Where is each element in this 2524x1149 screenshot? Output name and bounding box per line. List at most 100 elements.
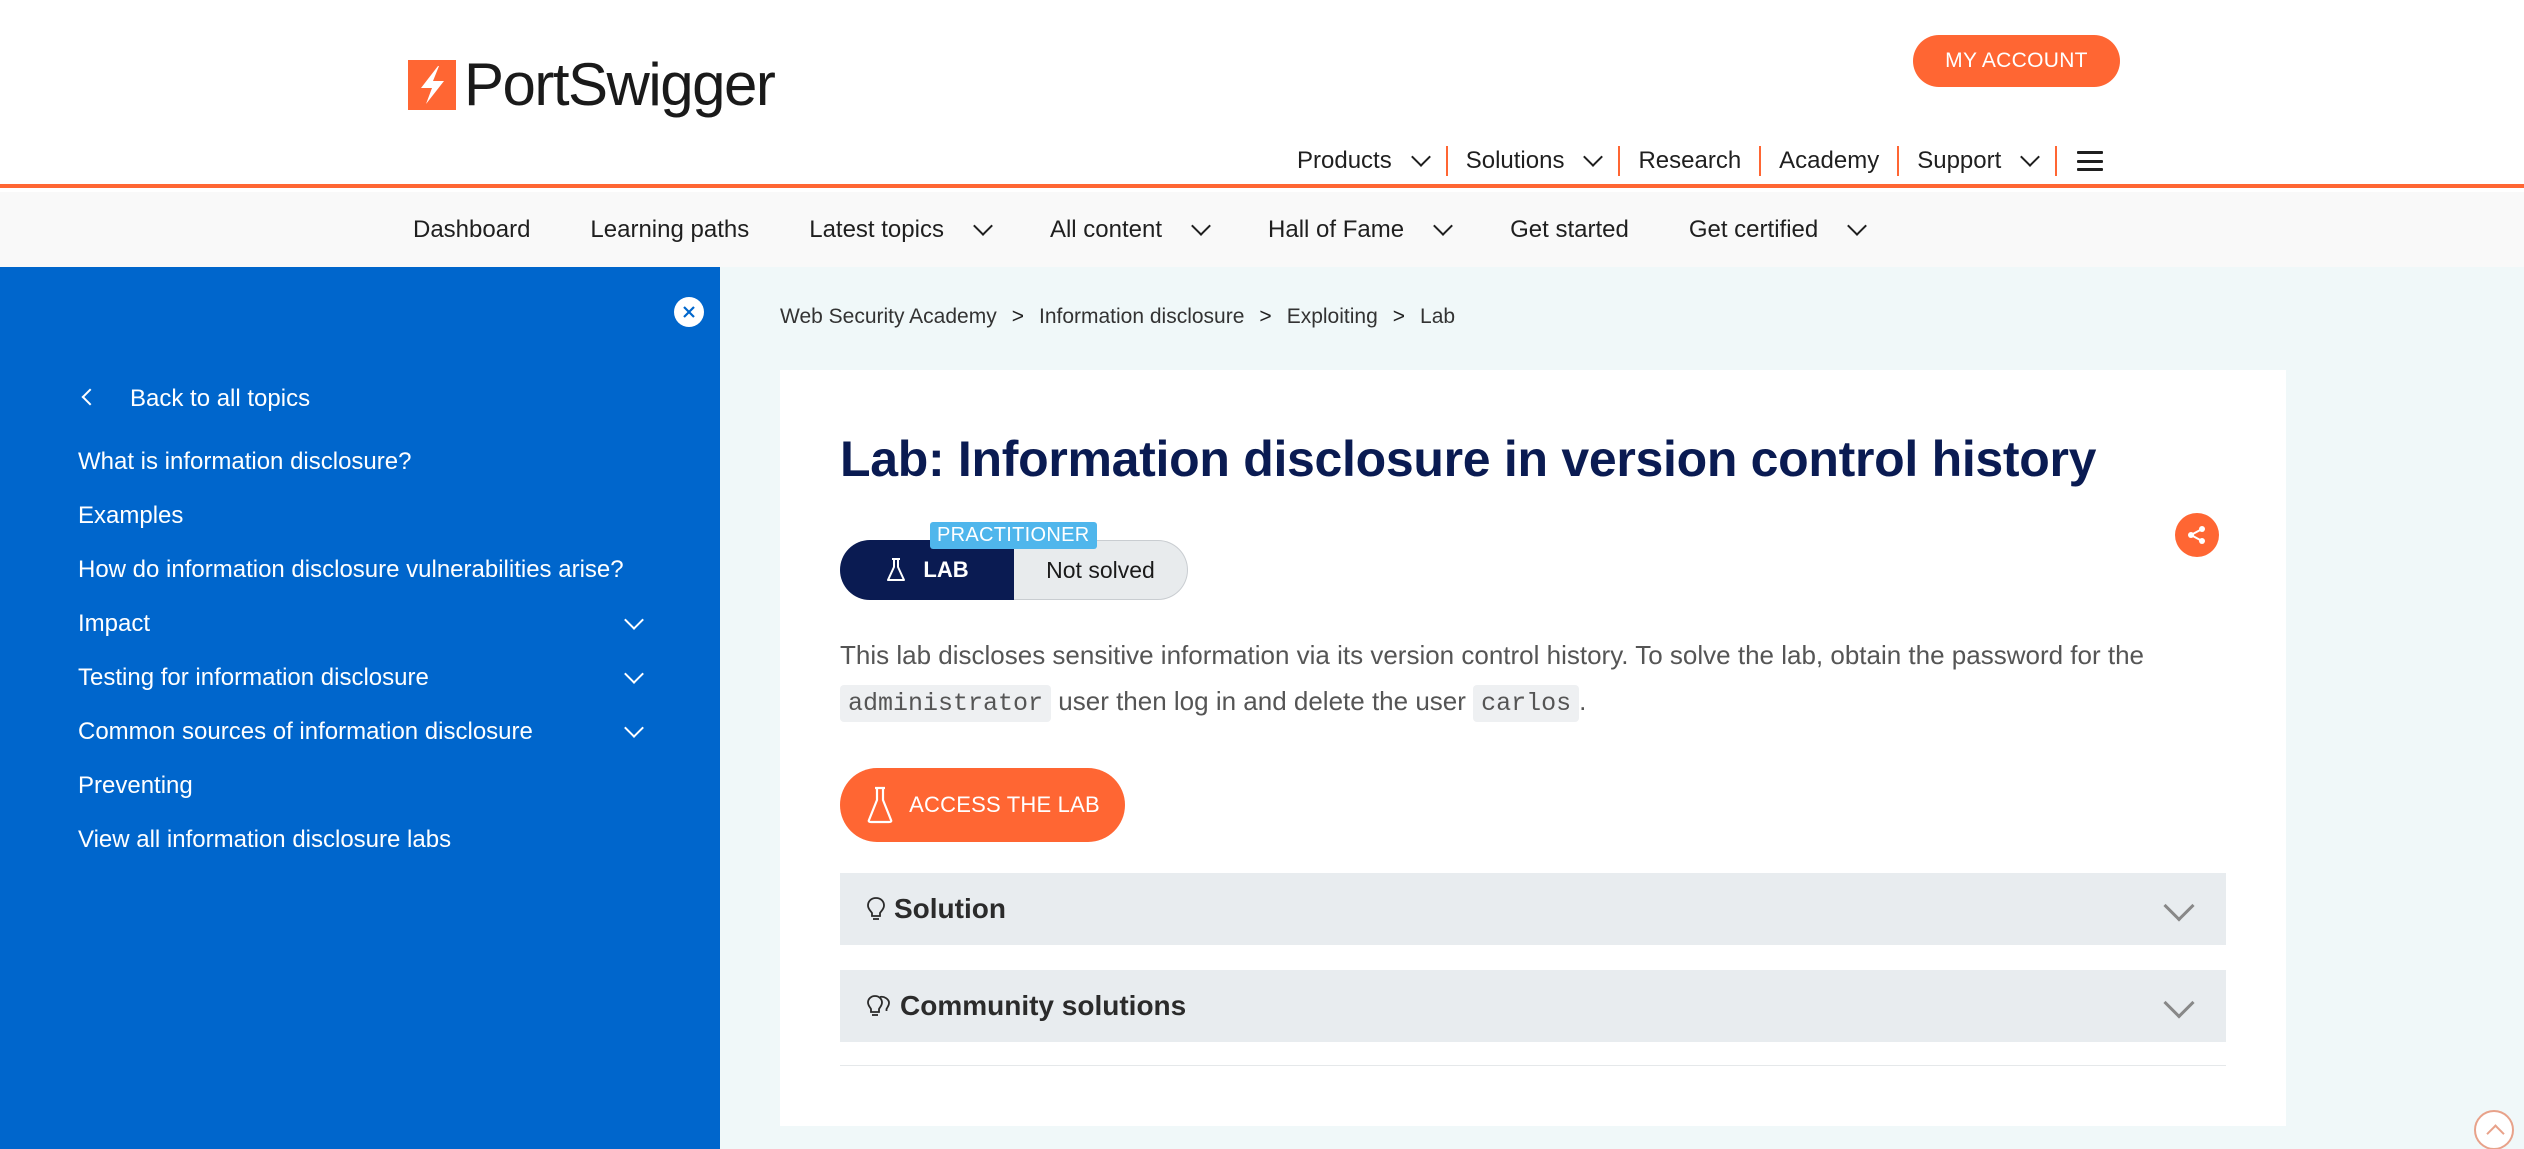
sidebar-item-preventing[interactable]: Preventing <box>78 759 653 813</box>
sidebar-item-testing[interactable]: Testing for information disclosure <box>78 651 653 705</box>
main-content: Web Security Academy > Information discl… <box>720 267 2524 1149</box>
scroll-to-top-icon[interactable] <box>2474 1110 2514 1149</box>
chevron-down-icon[interactable] <box>624 664 644 684</box>
nav-products-label: Products <box>1297 147 1392 174</box>
nav-academy[interactable]: Academy <box>1761 146 1897 176</box>
share-button[interactable] <box>2175 513 2219 557</box>
solved-status-pill: Not solved <box>1014 540 1188 600</box>
sidebar-item-label: Impact <box>78 610 151 637</box>
sidebar-item-label: What is information disclosure? <box>78 448 412 475</box>
subnav-get-started-label: Get started <box>1510 215 1629 243</box>
subnav-get-certified[interactable]: Get certified <box>1689 215 1868 244</box>
lightbulb-icon <box>867 897 885 920</box>
breadcrumb-separator: > <box>1259 305 1272 328</box>
nav-research[interactable]: Research <box>1620 146 1759 176</box>
chevron-down-icon <box>973 215 993 236</box>
lab-description-text: user then log in and delete the user <box>1051 686 1474 716</box>
nav-academy-label: Academy <box>1779 147 1880 174</box>
lab-card: Lab: Information disclosure in version c… <box>780 370 2286 1126</box>
breadcrumb-lab[interactable]: Lab <box>1420 305 1455 329</box>
community-solutions-label: Community solutions <box>900 990 1187 1021</box>
close-icon <box>683 306 695 318</box>
subnav-latest-topics-label: Latest topics <box>809 215 944 243</box>
back-to-topics-label: Back to all topics <box>130 385 311 412</box>
chevron-down-icon <box>1847 215 1868 236</box>
sidebar-item-label: Preventing <box>78 772 193 799</box>
solved-status-label: Not solved <box>1046 556 1155 583</box>
flask-icon <box>887 558 906 581</box>
breadcrumb: Web Security Academy > Information discl… <box>780 305 1455 329</box>
code-administrator: administrator <box>840 685 1052 722</box>
share-icon <box>2188 526 2205 544</box>
subnav-learning-paths-label: Learning paths <box>590 215 750 243</box>
breadcrumb-academy[interactable]: Web Security Academy <box>780 305 997 329</box>
breadcrumb-separator: > <box>1011 305 1024 328</box>
breadcrumb-info-disclosure[interactable]: Information disclosure <box>1039 305 1244 329</box>
breadcrumb-exploiting[interactable]: Exploiting <box>1287 305 1378 329</box>
chevron-down-icon[interactable] <box>624 718 644 738</box>
solution-label: Solution <box>894 893 1006 924</box>
chevron-down-icon <box>2163 890 2195 922</box>
subnav-all-content-label: All content <box>1049 215 1163 243</box>
access-lab-button[interactable]: ACCESS THE LAB <box>840 768 1125 842</box>
community-lightbulb-icon <box>867 995 890 1016</box>
nav-research-label: Research <box>1638 147 1742 174</box>
chevron-down-icon <box>2020 147 2041 167</box>
lab-type-label: LAB <box>923 557 969 582</box>
solution-accordion[interactable]: Solution <box>840 873 2226 945</box>
subnav-learning-paths[interactable]: Learning paths <box>590 216 749 244</box>
sidebar-item-label: Common sources of information disclosure <box>78 718 533 745</box>
chevron-down-icon <box>2163 987 2195 1019</box>
close-sidebar-button[interactable] <box>674 297 704 327</box>
nav-solutions[interactable]: Solutions <box>1448 146 1619 176</box>
level-badge: PRACTITIONER <box>930 522 1097 549</box>
sidebar-item-common-sources[interactable]: Common sources of information disclosure <box>78 705 653 759</box>
sidebar-item-label: Examples <box>78 502 184 529</box>
lab-type-pill: LAB <box>840 540 1014 600</box>
nav-products[interactable]: Products <box>1282 146 1446 176</box>
subnav-all-content[interactable]: All content <box>1049 215 1211 244</box>
portswigger-logo-icon <box>408 60 456 110</box>
sidebar-item-examples[interactable]: Examples <box>78 489 653 543</box>
lab-description-text: This lab discloses sensitive information… <box>840 640 2144 670</box>
sidebar-item-how-arise[interactable]: How do information disclosure vulnerabil… <box>78 543 653 597</box>
lab-status-badge: LAB Not solved PRACTITIONER <box>840 522 1188 600</box>
subnav-get-started[interactable]: Get started <box>1510 216 1629 244</box>
divider <box>840 1065 2226 1066</box>
portswigger-logo[interactable]: PortSwigger <box>408 51 776 118</box>
access-lab-label: ACCESS THE LAB <box>909 792 1100 817</box>
chevron-down-icon <box>1583 147 1604 167</box>
lab-description: This lab discloses sensitive information… <box>840 632 2240 727</box>
community-solutions-accordion[interactable]: Community solutions <box>840 970 2226 1042</box>
subnav-hall-of-fame-label: Hall of Fame <box>1268 215 1405 243</box>
site-header: PortSwigger MY ACCOUNT Products Solution… <box>0 0 2524 188</box>
chevron-down-icon <box>1191 215 1211 236</box>
nav-support[interactable]: Support <box>1899 146 2055 176</box>
breadcrumb-separator: > <box>1392 305 1406 328</box>
sidebar-item-impact[interactable]: Impact <box>78 597 653 651</box>
sidebar-item-what-is[interactable]: What is information disclosure? <box>78 435 653 489</box>
brand-name: PortSwigger <box>464 51 776 118</box>
chevron-down-icon <box>1410 147 1431 167</box>
sidebar-topic-list: What is information disclosure? Examples… <box>78 435 653 867</box>
lab-description-text: . <box>1579 686 1587 716</box>
chevron-left-icon <box>81 388 99 406</box>
top-nav: Products Solutions Research Academy Supp… <box>1282 140 2104 182</box>
nav-solutions-label: Solutions <box>1465 147 1565 174</box>
sidebar-item-view-all-labs[interactable]: View all information disclosure labs <box>78 813 653 867</box>
topic-sidebar: Back to all topics What is information d… <box>0 267 720 1149</box>
sidebar-item-label: View all information disclosure labs <box>78 826 452 853</box>
subnav-hall-of-fame[interactable]: Hall of Fame <box>1268 215 1453 244</box>
subnav-dashboard[interactable]: Dashboard <box>413 216 530 244</box>
sidebar-item-label: Testing for information disclosure <box>78 664 429 691</box>
back-to-topics-link[interactable]: Back to all topics <box>78 385 310 413</box>
my-account-button[interactable]: MY ACCOUNT <box>1913 35 2120 87</box>
nav-support-label: Support <box>1917 147 2002 174</box>
academy-subnav: Dashboard Learning paths Latest topics A… <box>0 192 2524 267</box>
subnav-latest-topics[interactable]: Latest topics <box>809 215 993 244</box>
chevron-down-icon <box>1433 215 1453 236</box>
subnav-dashboard-label: Dashboard <box>413 215 531 243</box>
chevron-down-icon[interactable] <box>624 610 644 630</box>
hamburger-menu-icon[interactable] <box>2077 151 2104 171</box>
code-carlos: carlos <box>1473 685 1580 722</box>
